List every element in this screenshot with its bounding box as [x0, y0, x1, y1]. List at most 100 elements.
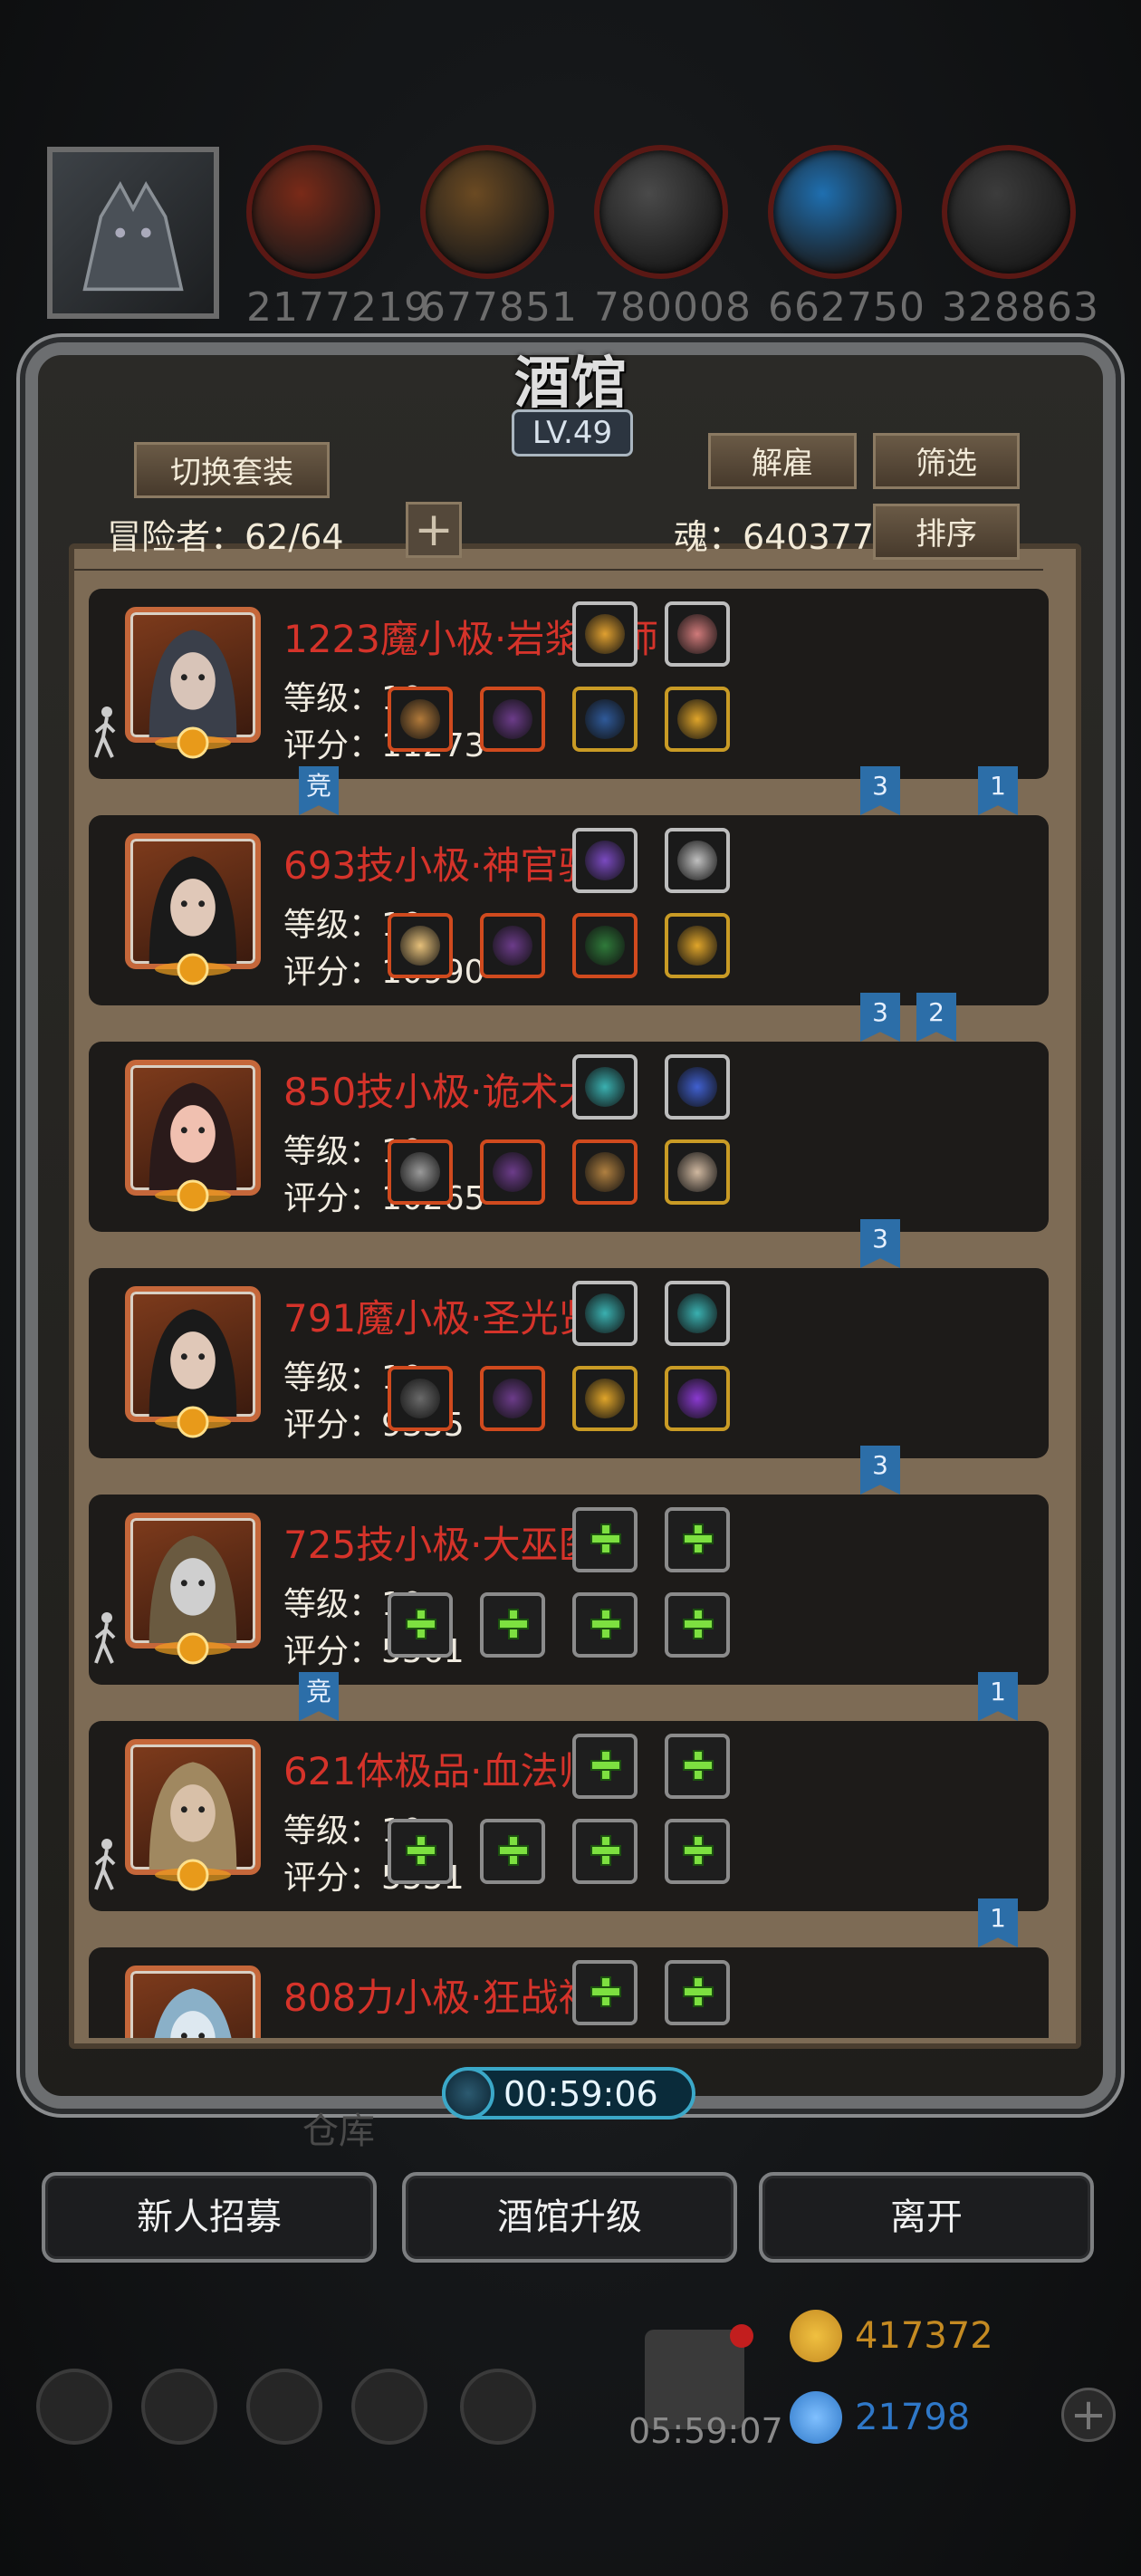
ring-icon[interactable]: [572, 1366, 638, 1431]
add-equipment-icon[interactable]: [665, 1734, 730, 1799]
hero-list[interactable]: 1223魔小极·岩浆法师 等级：10 评分：11273 竞 3 1 693技小极·神官骑士等…: [89, 589, 1049, 2038]
clock-icon: [442, 2067, 494, 2119]
add-equipment-icon[interactable]: [480, 1592, 545, 1658]
star-rank-icon: [155, 1632, 231, 1665]
hero-portrait[interactable]: [125, 1966, 261, 2038]
notification-dot: [730, 2324, 753, 2348]
add-equipment-icon[interactable]: [665, 1960, 730, 2025]
star-rank-icon: [155, 953, 231, 985]
gem-icon[interactable]: [665, 1281, 730, 1346]
armor-icon[interactable]: [480, 1139, 545, 1205]
map-icon[interactable]: [460, 2369, 536, 2445]
gem-icon[interactable]: [572, 1281, 638, 1346]
warehouse-label: 仓库: [302, 2110, 375, 2152]
glove-icon[interactable]: [572, 913, 638, 978]
stone-icon: [942, 145, 1076, 279]
mail-icon[interactable]: [351, 2369, 427, 2445]
resource-4: 328863: [942, 145, 1098, 331]
quest-icon[interactable]: [141, 2369, 217, 2445]
header-divider: [74, 569, 1043, 571]
adventurer-count: 冒险者：62/64: [107, 517, 344, 557]
soul-count: 魂：640377: [674, 517, 875, 557]
hero-card[interactable]: 693技小极·神官骑士 等级：10 评分：10990: [89, 815, 1049, 1005]
add-equipment-icon[interactable]: [388, 1592, 453, 1658]
switch-outfit-button[interactable]: 切换套装: [134, 442, 330, 498]
armor-icon[interactable]: [480, 1366, 545, 1431]
running-figure-icon: [94, 1839, 116, 1890]
gem-amount: 21798: [855, 2397, 971, 2438]
add-equipment-icon[interactable]: [572, 1507, 638, 1572]
sigil-icon[interactable]: [665, 828, 730, 893]
star-rank-icon: [155, 726, 231, 759]
hero-card[interactable]: 621体极品·血法师 等级：10 评分：5551: [89, 1721, 1049, 1911]
ring-icon[interactable]: [665, 913, 730, 978]
crystal-icon[interactable]: [665, 1054, 730, 1120]
gem-icon[interactable]: [572, 1054, 638, 1120]
add-equipment-icon[interactable]: [480, 1819, 545, 1884]
upgrade-tag: 3: [860, 1219, 900, 1268]
hero-name: 725技小极·大巫医: [283, 1523, 597, 1567]
ring-icon[interactable]: [665, 687, 730, 752]
add-equipment-icon[interactable]: [572, 1960, 638, 2025]
dismiss-button[interactable]: 解雇: [708, 433, 857, 489]
resource-3: 662750: [768, 145, 925, 331]
star-rank-icon: [155, 1859, 231, 1891]
recruit-button[interactable]: 新人招募: [42, 2172, 377, 2263]
potion-icon[interactable]: [572, 828, 638, 893]
filter-button[interactable]: 筛选: [873, 433, 1020, 489]
upgrade-tag: 1: [978, 766, 1018, 815]
gem-icon: [790, 2391, 842, 2444]
resource-value: 2177219: [246, 284, 430, 331]
sort-button[interactable]: 排序: [873, 504, 1020, 560]
hero-card[interactable]: 808力小极·狂战神: [89, 1947, 1049, 2038]
armor-icon[interactable]: [480, 913, 545, 978]
hero-card[interactable]: 1223魔小极·岩浆法师 等级：10 评分：11273: [89, 589, 1049, 779]
staff-icon[interactable]: [388, 687, 453, 752]
amulet-icon[interactable]: [572, 687, 638, 752]
armor-icon[interactable]: [480, 687, 545, 752]
add-currency-button[interactable]: +: [1061, 2388, 1116, 2442]
running-figure-icon: [94, 1612, 116, 1664]
add-equipment-icon[interactable]: [665, 1592, 730, 1658]
add-equipment-icon[interactable]: [572, 1592, 638, 1658]
resource-value: 677851: [420, 284, 578, 331]
meat-icon[interactable]: [665, 601, 730, 667]
arena-tag: 竞: [299, 766, 339, 815]
hero-card[interactable]: 850技小极·诡术大师 等级：10 评分：10265: [89, 1042, 1049, 1232]
arena-tag: 竞: [299, 1672, 339, 1721]
hero-name: 808力小极·狂战神: [283, 1975, 597, 2020]
orb-icon[interactable]: [572, 1139, 638, 1205]
upgrade-tag: 2: [916, 993, 956, 1042]
add-equipment-icon[interactable]: [665, 1507, 730, 1572]
add-equipment-icon[interactable]: [665, 1819, 730, 1884]
expand-capacity-button[interactable]: +: [406, 502, 462, 558]
resource-value: 780008: [594, 284, 752, 331]
upgrade-tag: 3: [860, 993, 900, 1042]
upgrade-tag: 3: [860, 766, 900, 815]
add-equipment-icon[interactable]: [388, 1819, 453, 1884]
upgrade-tavern-button[interactable]: 酒馆升级: [402, 2172, 737, 2263]
hero-card[interactable]: 791魔小极·圣光贤者 等级：10 评分：9335: [89, 1268, 1049, 1458]
sword-icon[interactable]: [388, 1139, 453, 1205]
player-avatar[interactable]: [47, 147, 219, 319]
settings-icon[interactable]: [36, 2369, 112, 2445]
gift-timer: 05:59:07: [628, 2411, 783, 2451]
add-equipment-icon[interactable]: [572, 1734, 638, 1799]
timer-text: 00:59:06: [503, 2074, 658, 2114]
add-equipment-icon[interactable]: [572, 1819, 638, 1884]
hero-card[interactable]: 725技小极·大巫医 等级：10 评分：5561: [89, 1495, 1049, 1685]
iron-icon: [594, 145, 728, 279]
running-figure-icon: [94, 706, 116, 758]
axe-icon[interactable]: [388, 1366, 453, 1431]
crystal-icon: [768, 145, 902, 279]
lantern-icon[interactable]: [572, 601, 638, 667]
sparkle-icon[interactable]: [665, 1366, 730, 1431]
resource-2: 780008: [594, 145, 752, 331]
hero-score: 评分：10265: [283, 1180, 485, 1217]
mask-icon[interactable]: [665, 1139, 730, 1205]
leave-button[interactable]: 离开: [759, 2172, 1094, 2263]
hero-score: 评分：11273: [283, 727, 485, 764]
hammer-icon[interactable]: [388, 913, 453, 978]
resource-0: 2177219: [246, 145, 430, 331]
guild-icon[interactable]: [246, 2369, 322, 2445]
